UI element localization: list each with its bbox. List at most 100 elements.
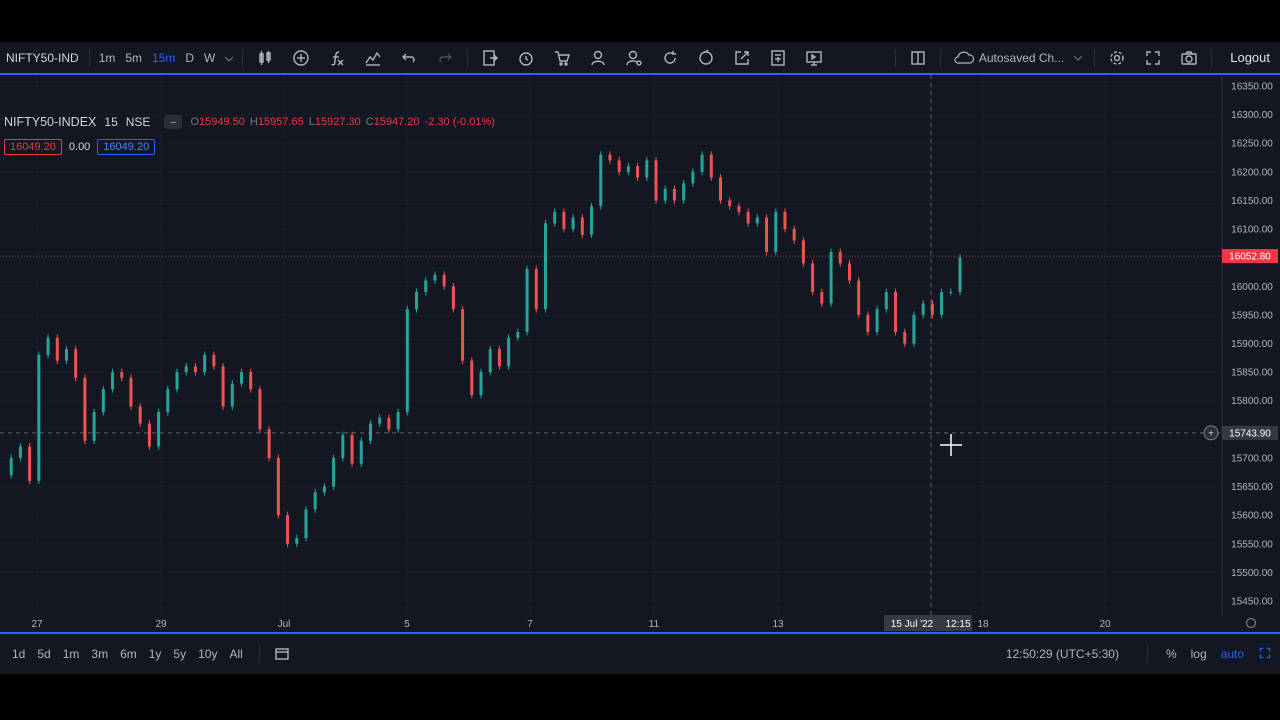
candle-body: [663, 189, 667, 201]
legend-change: -2.30 (-0.01%): [424, 116, 495, 128]
candle-body: [461, 309, 465, 361]
candle-body: [230, 383, 234, 407]
time-axis[interactable]: [0, 617, 1280, 631]
candle-body: [571, 217, 575, 230]
interval-1m[interactable]: 1m: [94, 51, 121, 65]
legend-high: H15957.65: [249, 116, 304, 128]
gear-icon: [1110, 50, 1124, 65]
fullscreen-button[interactable]: [1140, 45, 1166, 71]
snapshot-button[interactable]: [1176, 45, 1202, 71]
legend-symbol[interactable]: NIFTY50-INDEX: [4, 115, 96, 129]
candle-body: [894, 292, 898, 333]
compare-button[interactable]: [288, 45, 314, 71]
candle-body: [636, 166, 640, 178]
interval-5m[interactable]: 5m: [120, 51, 147, 65]
price-tick-label: 15900.00: [1231, 339, 1273, 350]
range-3m[interactable]: 3m: [85, 647, 114, 661]
interval-w[interactable]: W: [199, 51, 220, 65]
time-tick-label: 29: [155, 619, 167, 630]
legend-low: L15927.30: [308, 116, 361, 128]
layout-button[interactable]: [905, 45, 931, 71]
candle-body: [470, 360, 474, 395]
range-5d[interactable]: 5d: [31, 647, 56, 661]
price-chart[interactable]: 16350.00 16300.00 16250.00 16200.00 16150.00…: [0, 75, 1280, 631]
range-6m[interactable]: 6m: [114, 647, 143, 661]
candle-body: [18, 446, 22, 458]
candle-body: [424, 280, 428, 292]
candles-button[interactable]: [252, 45, 278, 71]
symbol-search[interactable]: NIFTY50-IND: [0, 51, 85, 65]
svg-text:15743.90: 15743.90: [1229, 428, 1271, 439]
range-10y[interactable]: 10y: [192, 647, 223, 661]
time-tick-label: 5: [404, 619, 410, 630]
chart-window: NIFTY50-IND 1m 5m 15m D W Autosaved Ch..…: [0, 42, 1280, 674]
bottom-toolbar: 1d 5d 1m 3m 6m 1y 5y 10y All 12:50:29 (U…: [0, 632, 1280, 674]
crosshair-cursor: [940, 434, 962, 456]
candle-body: [286, 515, 290, 544]
calculator-button[interactable]: [765, 45, 791, 71]
indicators-button[interactable]: [324, 45, 350, 71]
range-all[interactable]: All: [223, 647, 248, 661]
candle-body: [728, 200, 732, 207]
candle-body: [212, 354, 216, 367]
candle-body: [83, 377, 87, 441]
alert-button[interactable]: [513, 45, 539, 71]
timezone-clock[interactable]: 12:50:29 (UTC+5:30): [1006, 647, 1119, 661]
autosave-dropdown[interactable]: Autosaved Ch...: [945, 51, 1090, 65]
candle-body: [774, 211, 778, 252]
user-button[interactable]: [585, 45, 611, 71]
buy-button[interactable]: 16049.20: [97, 139, 156, 155]
time-tick-label: 11: [649, 619, 660, 630]
time-tick-label: 13: [772, 619, 784, 630]
interval-15m[interactable]: 15m: [147, 51, 180, 65]
fullscreen-chart-button[interactable]: [1258, 646, 1272, 663]
price-tick-label: 16150.00: [1231, 196, 1273, 207]
auto-scale-toggle[interactable]: auto: [1221, 647, 1244, 661]
range-1y[interactable]: 1y: [143, 647, 168, 661]
sell-button[interactable]: 16049.20: [4, 139, 62, 155]
reload-button[interactable]: [693, 45, 719, 71]
candle-body: [940, 292, 944, 315]
buy-sell-panel: 16049.20 0.00 16049.20: [4, 139, 156, 155]
range-5y[interactable]: 5y: [167, 647, 192, 661]
interval-dropdown[interactable]: [220, 51, 238, 65]
svg-text:+: +: [1208, 428, 1214, 439]
export-button[interactable]: [477, 45, 503, 71]
settings-button[interactable]: [1104, 45, 1130, 71]
order-button[interactable]: [549, 45, 575, 71]
redo-button[interactable]: [432, 45, 458, 71]
candle-body: [847, 263, 851, 281]
user-settings-button[interactable]: [621, 45, 647, 71]
price-tick-label: 15850.00: [1231, 368, 1273, 379]
percent-scale-toggle[interactable]: %: [1166, 647, 1177, 661]
candle-body: [672, 189, 676, 201]
divider: [1146, 645, 1148, 663]
logout-button[interactable]: Logout: [1220, 50, 1280, 65]
templates-button[interactable]: [360, 45, 386, 71]
chart-area[interactable]: 16350.00 16300.00 16250.00 16200.00 16150.00…: [0, 75, 1280, 631]
chevron-down-icon: [1074, 55, 1083, 61]
toolbar-right: Autosaved Ch... Logout: [891, 42, 1280, 73]
screen-button[interactable]: [801, 45, 827, 71]
candle-body: [949, 292, 953, 293]
price-tick-label: 15600.00: [1231, 511, 1273, 522]
log-scale-toggle[interactable]: log: [1191, 647, 1207, 661]
candle-body: [884, 292, 888, 310]
range-1m[interactable]: 1m: [57, 647, 86, 661]
goto-date-button[interactable]: [269, 641, 295, 667]
cloud-icon: [954, 51, 974, 64]
interval-d[interactable]: D: [180, 51, 199, 65]
crosshair-time-tag: 15 Jul '22 12:15: [884, 615, 972, 631]
legend-collapse-button[interactable]: –: [164, 115, 183, 129]
redo-icon: [439, 53, 453, 62]
reset-button[interactable]: [657, 45, 683, 71]
popout-button[interactable]: [729, 45, 755, 71]
divider: [242, 48, 244, 67]
last-price-tag: 16052.80: [1222, 249, 1278, 264]
price-tick-label: 15500.00: [1231, 568, 1273, 579]
candle-body: [755, 217, 759, 224]
undo-button[interactable]: [396, 45, 422, 71]
monitor-icon: [806, 50, 823, 66]
candle-body: [157, 412, 161, 447]
range-1d[interactable]: 1d: [6, 647, 31, 661]
